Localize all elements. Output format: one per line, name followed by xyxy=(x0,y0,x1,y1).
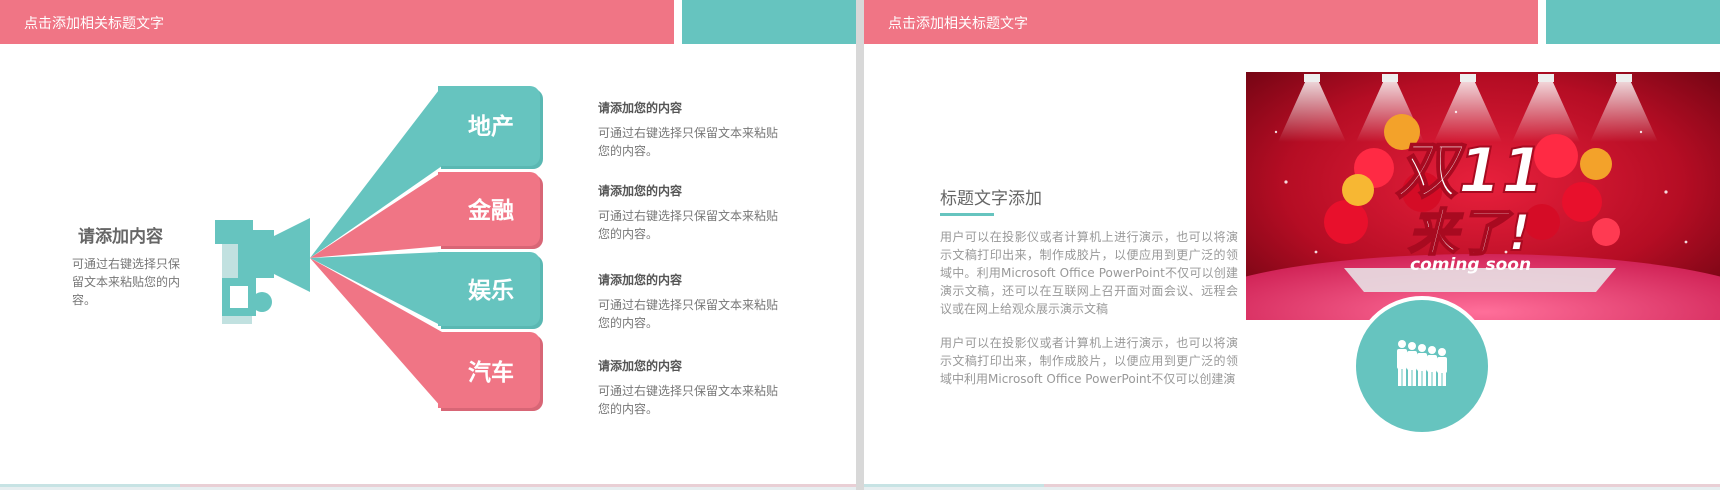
item-title: 请添加您的内容 xyxy=(598,359,683,373)
header-title: 点击添加相关标题文字 xyxy=(24,16,164,32)
paragraph-2: 用户可以在投影仪或者计算机上进行演示，也可以将演示文稿打印出来，制作成胶片，以便… xyxy=(940,336,1238,386)
icon-circle xyxy=(1352,296,1492,436)
left-title: 请添加内容 xyxy=(78,227,163,247)
content-item: 请添加您的内容 可通过右键选择只保留文本来粘贴您的内容。 xyxy=(598,357,788,418)
item-body: 可通过右键选择只保留文本来粘贴您的内容。 xyxy=(598,209,779,241)
item-title: 请添加您的内容 xyxy=(598,273,683,287)
tab-label-1: 金融 xyxy=(467,197,514,224)
content-item: 请添加您的内容 可通过右键选择只保留文本来粘贴您的内容。 xyxy=(598,271,788,332)
content-item: 请添加您的内容 可通过右键选择只保留文本来粘贴您的内容。 xyxy=(598,99,788,160)
item-title: 请添加您的内容 xyxy=(598,184,683,198)
promo-image: 双11 来了! coming soon xyxy=(1246,72,1720,320)
item-body: 可通过右键选择只保留文本来粘贴您的内容。 xyxy=(598,126,779,158)
item-body: 可通过右键选择只保留文本来粘贴您的内容。 xyxy=(598,384,779,416)
item-body: 可通过右键选择只保留文本来粘贴您的内容。 xyxy=(598,298,779,330)
header-bar-teal xyxy=(1546,0,1720,44)
header-bar-teal xyxy=(682,0,856,44)
slide-2: 点击添加相关标题文字 标题文字添加 用户可以在投影仪或者计算机上进行演示，也可以… xyxy=(864,0,1720,490)
left-body: 可通过右键选择只保留文本来粘贴您的内容。 xyxy=(72,257,181,307)
header-bar-pink: 点击添加相关标题文字 xyxy=(864,0,1538,44)
item-title: 请添加您的内容 xyxy=(598,101,683,115)
promo-line-3: coming soon xyxy=(1410,255,1531,275)
tab-label-3: 汽车 xyxy=(468,359,514,386)
people-group-icon xyxy=(1397,340,1447,386)
tab-label-0: 地产 xyxy=(468,113,514,140)
fan-diagram: 地产 金融 娱乐 汽车 xyxy=(215,86,543,411)
bottom-strip xyxy=(864,484,1720,490)
slide-1: 点击添加相关标题文字 请添加内容 可通过右键选择只保留文本来粘贴您的内容。 地产 xyxy=(0,0,856,490)
tab-label-2: 娱乐 xyxy=(468,278,514,304)
section-title: 标题文字添加 xyxy=(940,189,1042,209)
header-title: 点击添加相关标题文字 xyxy=(888,16,1028,32)
promo-line-2: 来了! xyxy=(1408,204,1531,262)
megaphone-icon xyxy=(215,218,310,324)
paragraph-1: 用户可以在投影仪或者计算机上进行演示，也可以将演示文稿打印出来，制作成胶片，以便… xyxy=(940,230,1238,316)
bottom-strip xyxy=(0,484,856,490)
promo-line-1: 双11 xyxy=(1396,134,1544,207)
header-bar-pink: 点击添加相关标题文字 xyxy=(0,0,674,44)
title-underline xyxy=(940,213,994,216)
content-item: 请添加您的内容 可通过右键选择只保留文本来粘贴您的内容。 xyxy=(598,182,788,243)
